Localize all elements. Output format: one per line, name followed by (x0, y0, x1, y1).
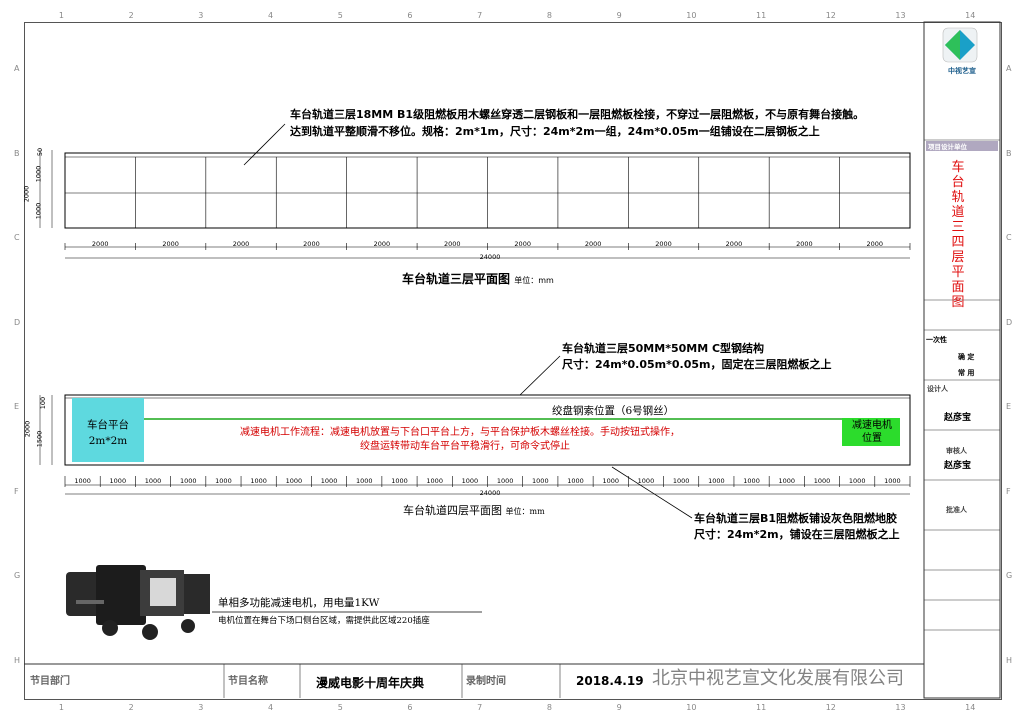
plan3-title: 车台轨道三层平面图 单位：mm (402, 272, 554, 286)
plan3-vdim-1000a: 1000 (34, 165, 43, 183)
process-line1: 减速电机工作流程：减速电机放置与下台口平台上方，与平台保护板木螺丝栓接。手动按钮… (240, 427, 680, 438)
plan3-note-line1: 车台轨道三层18MM B1级阻燃板用木螺丝穿透二层钢板和一层阻燃板栓接，不穿过一… (290, 108, 865, 121)
plan4-segment-dim: 1000 (778, 477, 796, 485)
name-label: 节目名称 (228, 676, 268, 687)
plan4-segment-dim: 1000 (708, 477, 725, 485)
plan4-segment-dim: 1000 (215, 477, 232, 485)
plan3-vdim-2000: 2000 (22, 185, 31, 203)
plan3-segment-dim: 2000 (303, 240, 320, 248)
plan3-segment-dim: 2000 (584, 240, 602, 248)
plan4-segment-dim: 1000 (320, 477, 338, 485)
plan4-segment-dim: 1000 (637, 477, 655, 485)
plan4-segment-dim: 1000 (179, 477, 197, 485)
design-unit-stamp: 项目设计单位 (926, 141, 998, 151)
plan4-vdim-1500: 1500 (35, 430, 44, 448)
plan4-segment-dim: 1000 (144, 477, 162, 485)
motor-photo (66, 565, 210, 640)
tb-reviewer: 赵彦宝 (944, 461, 972, 471)
plan3-vdim-50: 50 (36, 147, 45, 157)
company-logo-text: 中视艺宣 (948, 67, 976, 75)
plan3-total-dim: 24000 (479, 253, 501, 261)
motor-caption2: 电机位置在舞台下场口侧台区域，需提供此区域220插座 (218, 616, 430, 626)
plan4-segment-dim: 1000 (461, 477, 479, 485)
plan4-vdim-100: 100 (39, 396, 48, 410)
plan4-segment-dim: 1000 (567, 477, 584, 485)
winch-label: 绞盘钢索位置（6号钢丝） (552, 405, 675, 417)
plan4-segment-dim: 1000 (285, 477, 303, 485)
plan4-vdim-2000: 2000 (23, 420, 32, 438)
plan4-segment-dim: 1000 (848, 477, 866, 485)
plan4-segment-dim: 1000 (672, 477, 690, 485)
plan4-segment-dim: 1000 (884, 477, 901, 485)
plan3-vdim-1000b: 1000 (34, 202, 43, 220)
plan3-note-line2: 达到轨道平整顺滑不移位。规格：2m*1m，尺寸：24m*2m一组，24m*0.0… (290, 125, 820, 138)
tb-label-approver: 批准人 (946, 506, 967, 514)
plan4-segment-dim: 1000 (743, 477, 760, 485)
plan4-segment-dim: 1000 (250, 477, 267, 485)
plan3-segment-dim: 2000 (514, 240, 531, 248)
plan4-segment-dim: 1000 (496, 477, 514, 485)
tb-designer: 赵彦宝 (944, 413, 972, 423)
date-value: 2018.4.19 (576, 674, 644, 688)
platform-label: 车台平台 2m*2m (87, 419, 129, 447)
tb-status: 确 定 (958, 353, 975, 361)
tb-use: 常 用 (958, 369, 975, 377)
plan4-title: 车台轨道四层平面图 单位：mm (403, 504, 545, 517)
tb-version: 一次性 (926, 336, 947, 344)
motor-caption1: 单相多功能减速电机，用电量1KW (218, 597, 380, 609)
plan3-segment-dim: 2000 (91, 240, 109, 248)
plan3-segment-dim: 2000 (444, 240, 461, 248)
plan4-segment-dim: 1000 (532, 477, 549, 485)
plan4-note2-line2: 尺寸：24m*2m，铺设在三层阻燃板之上 (694, 528, 900, 541)
watermark: 北京中视艺宣文化发展有限公司 (652, 668, 904, 689)
sheet-title: 车台轨道三四层平面图 (951, 160, 965, 310)
plan3-grid (64, 152, 911, 229)
plan3-segment-dim: 2000 (796, 240, 813, 248)
plan4-segment-dim: 1000 (391, 477, 408, 485)
plan3-segment-dim: 2000 (725, 240, 743, 248)
plan4-note2-line1: 车台轨道三层B1阻燃板铺设灰色阻燃地胶 (694, 512, 898, 525)
plan3-segment-dim: 2000 (866, 240, 884, 248)
plan3-segment-dim: 2000 (373, 240, 391, 248)
plan4-note1-line2: 尺寸：24m*0.05m*0.05m，固定在三层阻燃板之上 (562, 358, 832, 371)
plan4-leader-line-1 (519, 355, 561, 396)
tb-label-designer: 设计人 (927, 385, 948, 393)
plan4-segment-dim: 1000 (355, 477, 373, 485)
plan4-leader-line-2 (611, 466, 693, 519)
program-name: 漫威电影十周年庆典 (316, 676, 425, 690)
tb-label-reviewer: 审核人 (946, 447, 967, 455)
plan4-note1-line1: 车台轨道三层50MM*50MM C型钢结构 (562, 342, 765, 355)
dept-label: 节目部门 (30, 676, 70, 687)
plan4-total-dim: 24000 (479, 489, 501, 497)
plan4-segment-dim: 1000 (426, 477, 443, 485)
plan3-segment-dim: 2000 (655, 240, 672, 248)
plan4-segment-dim: 1000 (74, 477, 91, 485)
plan3-leader-line (243, 123, 286, 166)
plan4-segment-dim: 1000 (109, 477, 127, 485)
plan3-segment-dim: 2000 (232, 240, 250, 248)
process-line2: 绞盘运转带动车台平台平稳滑行，可命令式停止 (360, 441, 570, 452)
time-label: 录制时间 (466, 676, 506, 687)
plan4-segment-dim: 1000 (602, 477, 619, 485)
plan4-segment-dim: 1000 (813, 477, 831, 485)
company-logo-icon (942, 27, 978, 63)
motor-position-label: 减速电机 位置 (852, 420, 892, 444)
plan3-segment-dim: 2000 (162, 240, 179, 248)
